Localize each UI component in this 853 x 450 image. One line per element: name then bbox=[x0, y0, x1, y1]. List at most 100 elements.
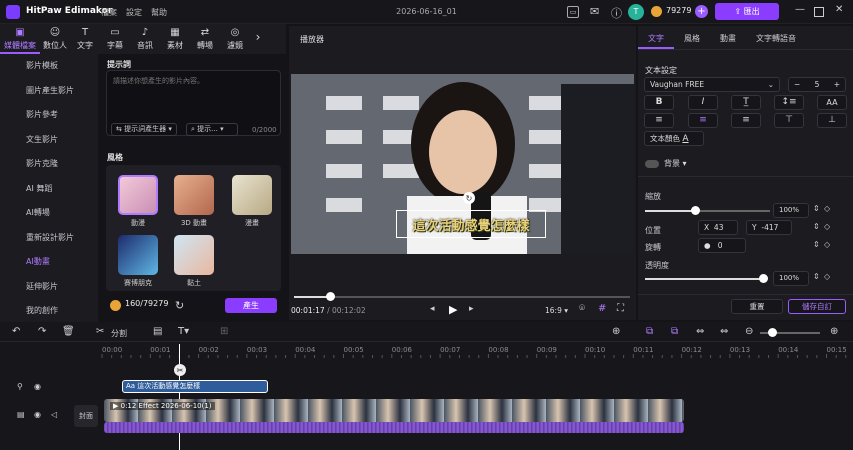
playhead-split-icon[interactable]: ✂ bbox=[174, 364, 186, 376]
sidebar-item-image-to-video[interactable]: 圖片產生影片 bbox=[0, 79, 98, 104]
text-tool-icon[interactable]: T▾ bbox=[178, 326, 189, 337]
split-icon[interactable]: ✂ bbox=[96, 326, 104, 337]
progress-knob[interactable] bbox=[325, 292, 335, 301]
play-icon[interactable]: ▶ bbox=[449, 303, 457, 316]
sidebar-item-video-clone[interactable]: 影片克隆 bbox=[0, 152, 98, 177]
reset-button[interactable]: 重置 bbox=[731, 299, 783, 314]
rotation-stepper-icon[interactable]: ⇕ bbox=[813, 240, 820, 249]
tab-filter[interactable]: ◎ 濾鏡 bbox=[220, 24, 250, 54]
opacity-stepper-icon[interactable]: ⇕ bbox=[813, 272, 820, 281]
style-3d[interactable]: 3D 動畫 bbox=[174, 175, 214, 228]
sidebar-item-text-to-video[interactable]: 文生影片 bbox=[0, 128, 98, 153]
save-custom-button[interactable]: 儲存自訂 bbox=[788, 299, 846, 314]
style-anime[interactable]: 動漫 bbox=[118, 175, 158, 228]
align-middle-button[interactable]: ⊥ bbox=[817, 113, 847, 128]
menu-settings[interactable]: 設定 bbox=[126, 7, 142, 18]
refresh-icon[interactable]: ↻ bbox=[175, 299, 184, 312]
link-icon[interactable]: ⧉ bbox=[671, 326, 678, 337]
snap-icon[interactable]: ⧉ bbox=[646, 326, 653, 337]
tab-media[interactable]: ▣ 媒體檔案 bbox=[0, 24, 40, 54]
style-clay[interactable]: 黏土 bbox=[174, 235, 214, 288]
font-size-stepper[interactable]: −5 + bbox=[788, 77, 846, 92]
delete-icon[interactable]: 🗑 bbox=[62, 326, 75, 337]
unlink-icon[interactable]: ⇔ bbox=[696, 326, 704, 337]
prev-frame-icon[interactable]: ◂ bbox=[430, 304, 435, 314]
opacity-knob[interactable] bbox=[759, 274, 768, 283]
sidebar-item-ai-dance[interactable]: AI 舞蹈 bbox=[0, 177, 98, 202]
hint-dropdown[interactable]: ⌕ 提示... ▾ bbox=[186, 123, 238, 136]
tab-avatar[interactable]: ☺ 數位人 bbox=[40, 24, 70, 54]
zoom-slider[interactable] bbox=[760, 328, 820, 337]
sidebar-item-video-reference[interactable]: 影片參考 bbox=[0, 103, 98, 128]
background-toggle[interactable]: 背景 ▾ bbox=[645, 158, 687, 169]
align-top-button[interactable]: ⊤ bbox=[774, 113, 804, 128]
font-select[interactable]: Vaughan FREE ⌄ bbox=[644, 77, 780, 92]
style-comic[interactable]: 漫畫 bbox=[232, 175, 272, 228]
toggle-switch[interactable] bbox=[645, 159, 659, 168]
tab-text-props[interactable]: 文字 bbox=[638, 26, 674, 49]
info-icon[interactable]: ⓘ bbox=[611, 5, 622, 21]
time-ruler[interactable]: 00:00 00:01 00:02 00:03 00:04 00:05 00:06 00:07… bbox=[100, 344, 853, 358]
tabs-more-icon[interactable]: › bbox=[250, 24, 266, 54]
zoom-in-icon[interactable]: ⊕ bbox=[830, 326, 838, 337]
sidebar-item-my-creations[interactable]: 我的創作 bbox=[0, 299, 98, 324]
generate-button[interactable]: 產生 bbox=[225, 298, 277, 313]
maximize-icon[interactable] bbox=[814, 7, 824, 17]
track-link-icon[interactable]: ⚲ bbox=[17, 382, 23, 391]
text-color-control[interactable]: 文本顏色 A bbox=[644, 131, 704, 146]
fit-icon[interactable]: ⇔ bbox=[720, 326, 728, 337]
track-visibility-icon[interactable]: ◉ bbox=[34, 382, 41, 391]
sidebar-item-ai-animation[interactable]: AI動畫 bbox=[0, 250, 98, 275]
avatar[interactable]: T bbox=[628, 4, 644, 20]
export-clip-icon[interactable]: ⊞ bbox=[220, 326, 228, 337]
opacity-input[interactable]: 100% bbox=[773, 271, 809, 286]
align-center-button[interactable]: ≡ bbox=[688, 113, 718, 128]
tab-text[interactable]: T 文字 bbox=[70, 24, 100, 54]
scale-stepper-icon[interactable]: ⇕ bbox=[813, 204, 820, 213]
position-stepper-icon[interactable]: ⇕ bbox=[813, 222, 820, 231]
keyframe-opacity-icon[interactable]: ◇ bbox=[824, 272, 830, 281]
subtitle-icon[interactable]: ▤ bbox=[153, 326, 162, 337]
playhead[interactable] bbox=[179, 344, 180, 450]
underline-button[interactable]: T̲ bbox=[731, 95, 761, 110]
scale-knob[interactable] bbox=[691, 206, 700, 215]
menu-file[interactable]: 檔案 bbox=[101, 7, 117, 18]
cover-button[interactable]: 封面 bbox=[74, 405, 98, 427]
tab-transition[interactable]: ⇄ 轉場 bbox=[190, 24, 220, 54]
audio-waveform[interactable] bbox=[104, 422, 684, 433]
track-lock-icon[interactable]: ▤ bbox=[17, 410, 25, 419]
italic-button[interactable]: I bbox=[688, 95, 718, 110]
zoom-knob[interactable] bbox=[768, 328, 777, 337]
feedback-icon[interactable]: ✉ bbox=[590, 5, 599, 18]
style-cyberpunk[interactable]: 賽博朋克 bbox=[118, 235, 158, 288]
keyframe-position-icon[interactable]: ◇ bbox=[824, 222, 830, 231]
scale-input[interactable]: 100% bbox=[773, 203, 809, 218]
add-credits-icon[interactable]: + bbox=[695, 5, 708, 18]
playback-progress[interactable] bbox=[294, 292, 630, 301]
line-spacing-button[interactable]: ↕≡ bbox=[774, 95, 804, 110]
grid-icon[interactable]: # bbox=[598, 303, 606, 314]
prompt-generator-button[interactable]: ⇆ 提示詞產生器 ▾ bbox=[111, 123, 177, 136]
sidebar-item-extend[interactable]: 延伸影片 bbox=[0, 275, 98, 300]
tab-tts-props[interactable]: 文字轉語音 bbox=[746, 26, 806, 49]
bold-button[interactable]: B bbox=[644, 95, 674, 110]
keyframe-rotation-icon[interactable]: ◇ bbox=[824, 240, 830, 249]
export-button[interactable]: ⇪ 匯出 bbox=[715, 3, 779, 20]
sidebar-item-redesign[interactable]: 重新設計影片 bbox=[0, 226, 98, 251]
sidebar-item-template[interactable]: 影片模板 bbox=[0, 54, 98, 79]
minimize-icon[interactable]: — bbox=[795, 4, 805, 15]
tab-style-props[interactable]: 風格 bbox=[674, 26, 710, 49]
tab-animation-props[interactable]: 動畫 bbox=[710, 26, 746, 49]
screen-icon[interactable]: ▭ bbox=[567, 6, 579, 18]
text-clip[interactable]: Aa 這次活動感覺怎麼樣 bbox=[122, 380, 268, 393]
fullscreen-icon[interactable]: ⛶ bbox=[617, 303, 624, 314]
redo-icon[interactable]: ↷ bbox=[38, 326, 46, 337]
tab-material[interactable]: ▦ 素材 bbox=[160, 24, 190, 54]
align-right-button[interactable]: ≡ bbox=[731, 113, 761, 128]
tab-subtitle[interactable]: ▭ 字幕 bbox=[100, 24, 130, 54]
track-mute-icon[interactable]: ◁ bbox=[51, 410, 57, 419]
rotate-handle-icon[interactable]: ↻ bbox=[463, 192, 475, 204]
zoom-out-icon[interactable]: ⊖ bbox=[745, 326, 753, 337]
undo-icon[interactable]: ↶ bbox=[12, 326, 20, 337]
reset-scale-icon[interactable]: ◇ bbox=[824, 204, 830, 213]
